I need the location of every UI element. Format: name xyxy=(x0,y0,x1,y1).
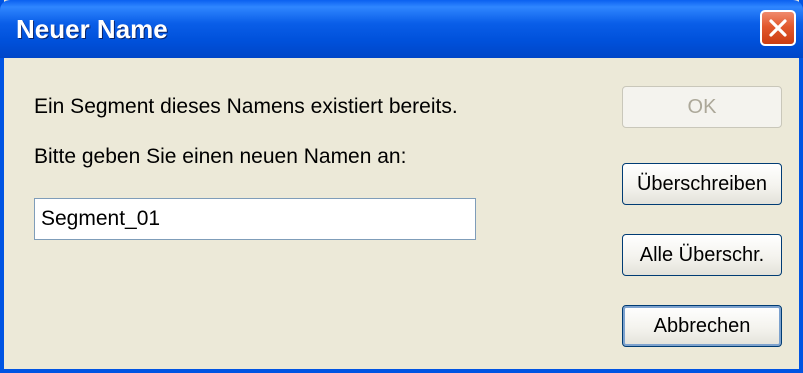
name-input[interactable] xyxy=(34,198,476,240)
cancel-button[interactable]: Abbrechen xyxy=(622,305,782,347)
window-title: Neuer Name xyxy=(16,14,168,44)
overwrite-all-button[interactable]: Alle Überschr. xyxy=(622,234,782,276)
overwrite-button[interactable]: Überschreiben xyxy=(622,163,782,205)
dialog-window: Neuer Name Ein Segment dieses Namens exi… xyxy=(0,0,803,373)
message-prompt: Bitte geben Sie einen neuen Namen an: xyxy=(34,145,407,168)
message-exists: Ein Segment dieses Namens existiert bere… xyxy=(34,95,458,118)
close-icon xyxy=(769,19,787,37)
ok-button[interactable]: OK xyxy=(622,86,782,128)
close-button[interactable] xyxy=(760,10,796,46)
title-bar[interactable]: Neuer Name xyxy=(0,0,803,58)
